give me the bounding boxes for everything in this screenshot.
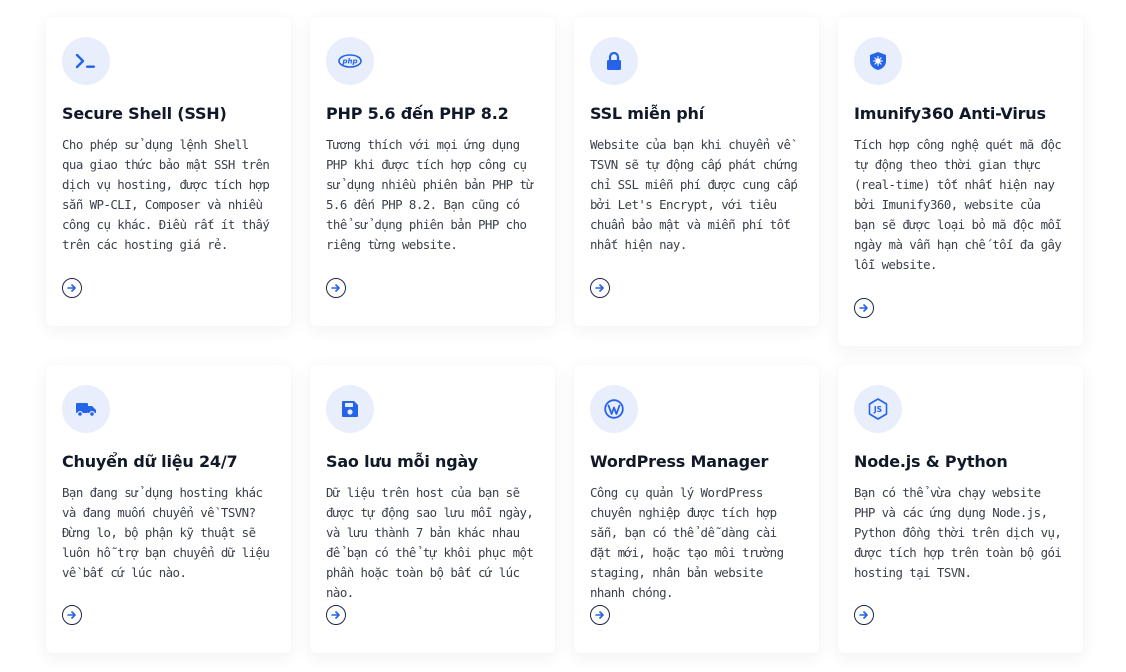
card-title: Chuyển dữ liệu 24/7: [62, 452, 238, 471]
wordpress-icon: [590, 385, 638, 433]
svg-text:php: php: [341, 58, 357, 66]
arrow-right-icon: [595, 284, 604, 292]
card-description: Tương thích với mọi ứng dụng PHP khi đượ…: [326, 137, 534, 252]
nodejs-icon: JS: [854, 385, 902, 433]
arrow-right-icon: [595, 611, 604, 619]
learn-more-button[interactable]: [854, 605, 874, 625]
card-description: Bạn đang sử dụng hosting khác và đang mu…: [62, 485, 270, 580]
learn-more-button[interactable]: [590, 605, 610, 625]
svg-text:JS: JS: [873, 405, 882, 414]
learn-more-button[interactable]: [62, 278, 82, 298]
card-description: Công cụ quản lý WordPress chuyên nghiệp …: [590, 485, 784, 600]
card-description: Website của bạn khi chuyển về TSVN sẽ tự…: [590, 137, 798, 252]
card-title: Node.js & Python: [854, 452, 1008, 471]
card-title: SSL miễn phí: [590, 104, 704, 123]
learn-more-button[interactable]: [854, 298, 874, 318]
shield-virus-icon: [854, 37, 902, 85]
feature-card-nodejs: JS Node.js & Python Bạn có thể vừa chạy …: [838, 365, 1083, 653]
feature-grid: Secure Shell (SSH) Cho phép sử dụng lệnh…: [0, 0, 1126, 672]
card-title: Imunify360 Anti-Virus: [854, 104, 1046, 123]
card-description: Tích hợp công nghệ quét mã độc tự động t…: [854, 137, 1062, 272]
card-title: PHP 5.6 đến PHP 8.2: [326, 104, 509, 123]
arrow-right-icon: [859, 304, 868, 312]
feature-card-php: php PHP 5.6 đến PHP 8.2 Tương thích với …: [310, 17, 555, 326]
feature-card-wordpress: WordPress Manager Công cụ quản lý WordPr…: [574, 365, 819, 653]
card-title: WordPress Manager: [590, 452, 769, 471]
feature-card-ssh: Secure Shell (SSH) Cho phép sử dụng lệnh…: [46, 17, 291, 326]
arrow-right-icon: [67, 284, 76, 292]
truck-icon: [62, 385, 110, 433]
learn-more-button[interactable]: [326, 605, 346, 625]
php-icon: php: [326, 37, 374, 85]
arrow-right-icon: [331, 611, 340, 619]
card-title: Sao lưu mỗi ngày: [326, 452, 478, 471]
learn-more-button[interactable]: [62, 605, 82, 625]
feature-card-antivirus: Imunify360 Anti-Virus Tích hợp công nghệ…: [838, 17, 1083, 346]
card-description: Cho phép sử dụng lệnh Shell qua giao thứ…: [62, 137, 270, 252]
card-description: Bạn có thể vừa chạy website PHP và các ứ…: [854, 485, 1062, 580]
feature-card-ssl: SSL miễn phí Website của bạn khi chuyển …: [574, 17, 819, 326]
card-title: Secure Shell (SSH): [62, 104, 227, 123]
feature-card-migration: Chuyển dữ liệu 24/7 Bạn đang sử dụng hos…: [46, 365, 291, 653]
floppy-disk-icon: [326, 385, 374, 433]
arrow-right-icon: [859, 611, 868, 619]
card-description: Dữ liệu trên host của bạn sẽ được tự độn…: [326, 485, 534, 600]
arrow-right-icon: [331, 284, 340, 292]
feature-card-backup: Sao lưu mỗi ngày Dữ liệu trên host của b…: [310, 365, 555, 653]
learn-more-button[interactable]: [590, 278, 610, 298]
learn-more-button[interactable]: [326, 278, 346, 298]
lock-icon: [590, 37, 638, 85]
terminal-icon: [62, 37, 110, 85]
arrow-right-icon: [67, 611, 76, 619]
